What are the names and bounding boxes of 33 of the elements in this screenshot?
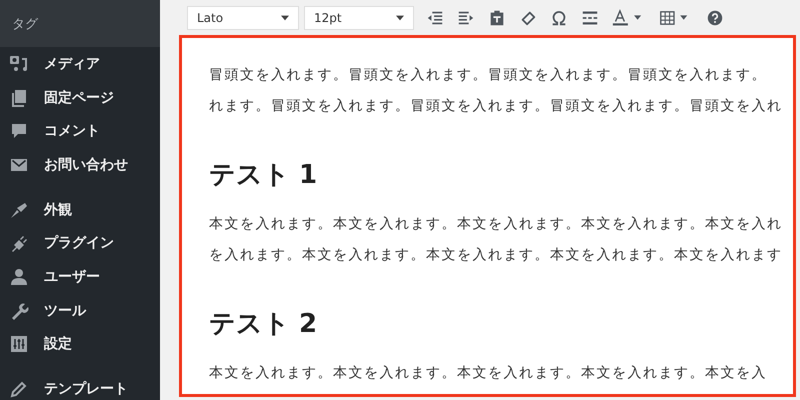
paragraph-line: 冒頭文を入れます。冒頭文を入れます。冒頭文を入れます。冒頭文を入れます。 — [209, 66, 767, 85]
caret-icon — [396, 14, 404, 20]
table-icon[interactable] — [659, 8, 689, 26]
font-family-select[interactable]: Lato — [187, 6, 299, 30]
submenu-item[interactable]: タグ — [12, 16, 160, 33]
sidebar-menu-item[interactable]: テンプレート — [44, 381, 128, 398]
sidebar-menu-item[interactable]: コメント — [44, 123, 100, 140]
caret-icon — [281, 14, 289, 20]
paragraph-line: 本文を入れます。本文を入れます。本文を入れます。本文を入れます。本文を入れ — [209, 215, 782, 234]
paragraph-line: を入れます。本文を入れます。本文を入れます。本文を入れます。本文を入れます — [209, 246, 782, 265]
sidebar-menu-item[interactable]: ツール — [44, 302, 86, 319]
editor-area[interactable]: 冒頭文を入れます。冒頭文を入れます。冒頭文を入れます。冒頭文を入れます。 れます。冒頭文を入れます。冒頭文を入れます。冒頭文を入れます。冒頭文を入れ テスト 1 本文を入れます。本文を入れます。本文を入れます。本文を入れます。本文を入れ を入れます。本文を入れます。本文を入れます。本文を入れます。本文を入れます テスト 2 本文を入れます。本文を入れます。本文を入れます。本文を入れます。本文を入 — [179, 35, 796, 397]
pencil-icon — [9, 379, 29, 400]
sidebar-menu-item[interactable]: 設定 — [44, 336, 72, 352]
heading: テスト 2 — [209, 308, 318, 341]
help-icon[interactable] — [706, 8, 724, 26]
heading: テスト 1 — [209, 159, 318, 192]
text-color-icon[interactable] — [612, 8, 642, 26]
omega-icon[interactable] — [550, 8, 568, 26]
sidebar-menu-item[interactable]: ユーザー — [44, 268, 100, 285]
sidebar-menu-item[interactable]: プラグイン — [44, 235, 114, 252]
clipboard-icon[interactable] — [488, 8, 506, 26]
font-size-select[interactable]: 12pt — [304, 6, 414, 30]
pages-icon — [9, 88, 29, 108]
paragraph-line: れます。冒頭文を入れます。冒頭文を入れます。冒頭文を入れます。冒頭文を入れ — [209, 97, 782, 116]
sidebar-menu-item[interactable]: 外観 — [44, 202, 72, 218]
horizontal-rule-icon[interactable] — [581, 8, 599, 26]
sidebar-menu-item[interactable]: お問い合わせ — [44, 156, 128, 173]
sliders-icon — [9, 334, 29, 354]
paragraph-line: 本文を入れます。本文を入れます。本文を入れます。本文を入れます。本文を入 — [209, 364, 767, 383]
sidebar-menu-item[interactable]: 固定ページ — [44, 90, 114, 106]
person-icon — [9, 266, 29, 287]
sidebar-menu-item[interactable]: メディア — [44, 56, 100, 72]
